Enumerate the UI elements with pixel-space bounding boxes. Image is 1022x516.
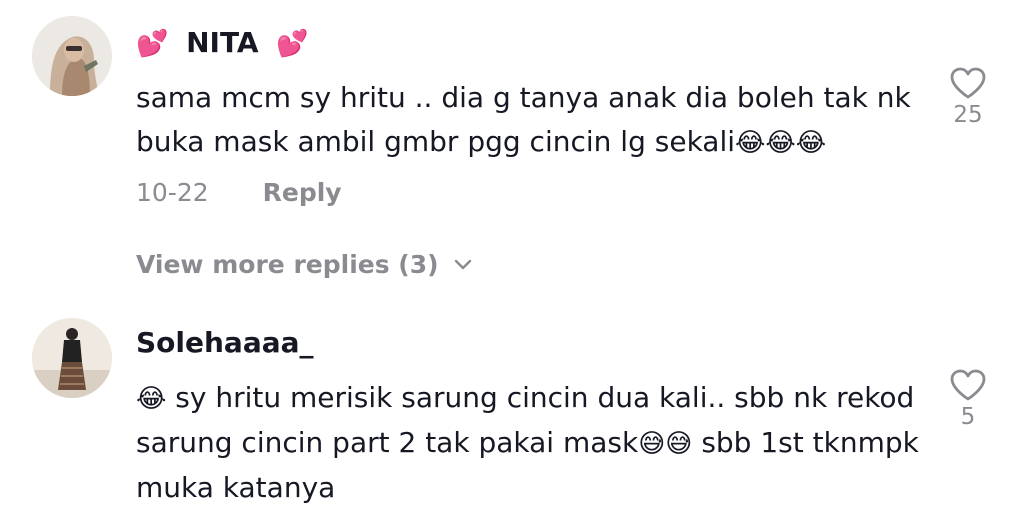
avatar[interactable]: [32, 318, 112, 398]
comment-item: Solehaaaa_ 😂 sy hritu merisik sarung cin…: [0, 300, 1022, 516]
hearts-emoji-icon: 💕: [136, 29, 169, 59]
comments-panel: 💕 NITA 💕 sama mcm sy hritu .. dia g tany…: [0, 0, 1022, 516]
heart-outline-icon[interactable]: [949, 368, 987, 402]
like-count: 25: [953, 102, 983, 128]
comment-text: 😂 sy hritu merisik sarung cincin dua kal…: [136, 381, 919, 504]
comment-date: 10-22: [136, 178, 209, 207]
heart-outline-icon[interactable]: [949, 66, 987, 100]
like-button[interactable]: 25: [940, 66, 996, 128]
reply-button[interactable]: Reply: [263, 178, 342, 207]
comment-username[interactable]: 💕 NITA 💕: [136, 26, 309, 61]
chevron-down-icon: [454, 259, 471, 269]
like-count: 5: [960, 404, 976, 430]
sweat-smile-emoji-icon: 😅😅: [638, 429, 693, 459]
comment-text: sama mcm sy hritu .. dia g tanya anak di…: [136, 81, 911, 158]
view-more-replies-button[interactable]: View more replies (3): [136, 250, 473, 279]
laughing-emoji-icon: 😂: [136, 384, 167, 414]
hearts-emoji-icon: 💕: [276, 29, 309, 59]
avatar[interactable]: [32, 16, 112, 96]
comment-meta: 10-22 Reply: [136, 178, 342, 207]
like-button[interactable]: 5: [940, 368, 996, 430]
comment-username[interactable]: Solehaaaa_: [136, 326, 314, 360]
laughing-emoji-icon: 😂😂😂: [735, 128, 827, 158]
comment-item: 💕 NITA 💕 sama mcm sy hritu .. dia g tany…: [0, 0, 1022, 300]
